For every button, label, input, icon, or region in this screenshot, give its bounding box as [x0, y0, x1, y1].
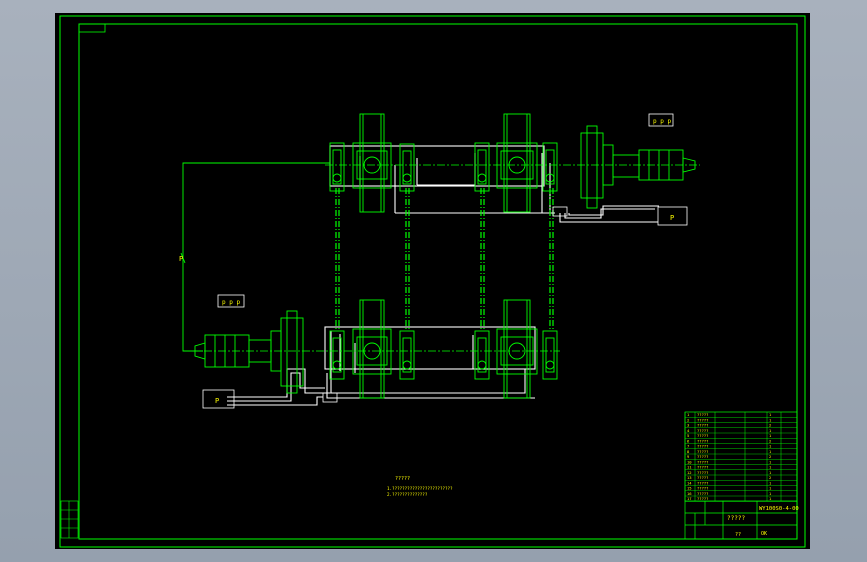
bom-cell: 2: [769, 438, 771, 443]
bom-cell: 4: [687, 428, 690, 433]
left-stamp: [60, 500, 79, 539]
bom-cell: 13: [687, 475, 692, 480]
feed-line: [180, 162, 330, 352]
bom-cell: ?????: [697, 454, 708, 459]
box-tag-top: P: [670, 214, 674, 222]
bom-cell: ?????: [697, 412, 708, 417]
bom-cell: 3: [687, 423, 689, 428]
bom-cell: ?????: [697, 438, 708, 443]
bom-cell: ?????: [697, 433, 708, 438]
bom-cell: 1: [769, 459, 772, 464]
bom-cell: ?????: [697, 444, 708, 449]
top-tag-label: p p p: [653, 118, 671, 125]
notes-block: ????? 1.???????????????????????? 2.?????…: [387, 476, 453, 497]
bom-cell: 1: [769, 480, 772, 485]
notes-line-1: 1.????????????????????????: [387, 486, 453, 491]
bottom-row-components: [194, 299, 558, 399]
bom-cell: ?????: [697, 449, 708, 454]
tag-boxes: [202, 113, 688, 409]
bom-cell: 5: [687, 433, 689, 438]
bom-cell: 15: [687, 486, 692, 491]
bom-cell: 1: [769, 470, 772, 475]
title-small: ??: [735, 532, 741, 538]
side-tag: P: [179, 255, 183, 263]
bom-cell: ?????: [697, 470, 708, 475]
bom-cell: ?????: [697, 459, 708, 464]
bom-cell: 9: [687, 454, 690, 459]
bom-cell: 1: [687, 412, 690, 417]
bom-cell: 10: [687, 459, 692, 464]
bom-cell: ?????: [697, 465, 708, 470]
bom-cell: 1: [769, 417, 772, 422]
bom-cell: 11: [687, 465, 692, 470]
bom-cell: 2: [687, 417, 689, 422]
bom-cell: 1: [769, 465, 772, 470]
corner-tag-box: [78, 23, 106, 33]
bom-cell: ?????: [697, 428, 708, 433]
bom-cell: 1: [769, 433, 772, 438]
notes-line-2: 2.??????????????: [387, 492, 428, 497]
bom-cell: 8: [687, 449, 690, 454]
bom-cell: ?????: [697, 480, 708, 485]
bom-cell: 1: [769, 428, 772, 433]
centerlines: [190, 164, 700, 352]
bom-cell: 2: [769, 454, 771, 459]
bom-cell: 1: [769, 412, 772, 417]
bom-cell: ?????: [697, 486, 708, 491]
drawing-viewport[interactable]: p p p p p p P P P ????? 1.??????????????…: [55, 13, 810, 549]
cad-drawing: p p p p p p P P P ????? 1.??????????????…: [59, 15, 806, 548]
bom-cell: 2: [769, 475, 771, 480]
notes-heading: ?????: [395, 476, 410, 482]
bom-cell: 1: [769, 496, 772, 501]
bom-cell: 16: [687, 491, 692, 496]
bom-cell: 1: [769, 486, 772, 491]
title-ok: OK: [761, 531, 767, 537]
bom-cell: 12: [687, 470, 692, 475]
vertical-shafts: [335, 188, 554, 331]
bom-cell: ?????: [697, 475, 708, 480]
mid-tag-label: p p p: [222, 299, 240, 306]
bom-table: 1????? 12????? 13????? 24????? 15????? 16????…: [684, 411, 798, 502]
bom-cell: 1: [769, 444, 772, 449]
drawing-title: ?????: [727, 515, 745, 522]
bom-cell: 14: [687, 480, 692, 485]
pipe-routing: [227, 145, 659, 406]
bom-cell: 7: [687, 444, 689, 449]
bom-cell: ?????: [697, 417, 708, 422]
bom-cell: 1: [769, 449, 772, 454]
top-row-components: [329, 113, 696, 213]
outer-frame: [59, 15, 806, 548]
drawing-number: WY100S0-4-00: [759, 506, 799, 512]
bom-cell: 1: [769, 491, 772, 496]
bom-cell: ?????: [697, 423, 708, 428]
bom-cell: ?????: [697, 496, 708, 501]
bom-cell: ?????: [697, 491, 708, 496]
bom-cell: 6: [687, 438, 690, 443]
bom-cell: 17: [687, 496, 692, 501]
box-tag-bottom: P: [215, 397, 219, 405]
bom-cell: 2: [769, 423, 771, 428]
